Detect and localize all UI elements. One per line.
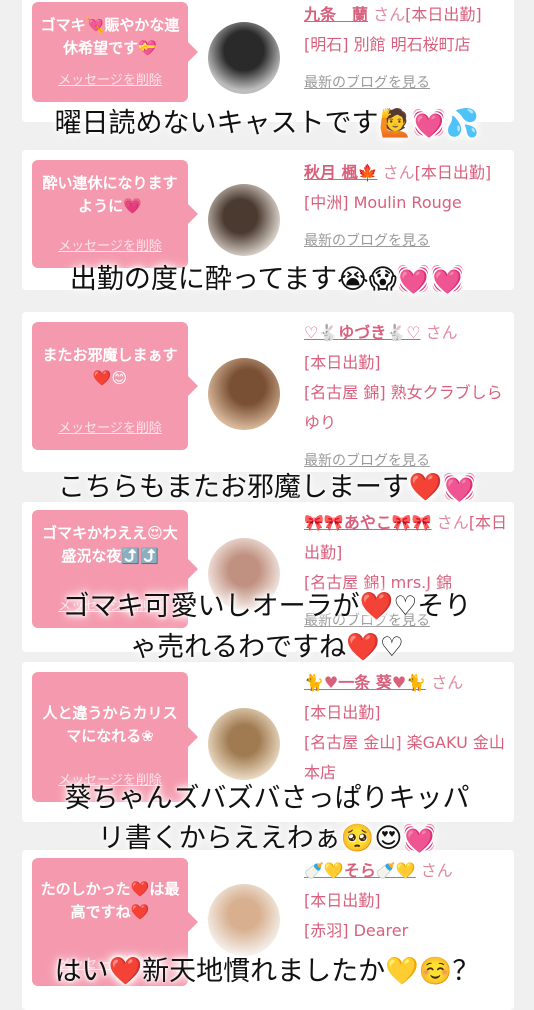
- message-text: またお邪魔しまぁす❤️😊: [42, 346, 178, 387]
- avatar[interactable]: [208, 708, 280, 780]
- cast-name-link[interactable]: 🐈♥一条 葵♥🐈: [304, 673, 426, 692]
- message-text: 酔い連休になりますように💗: [42, 174, 178, 215]
- caption-overlay: はい❤️新天地慣れましたか💛☺️？: [54, 956, 480, 987]
- caption-overlay: ゃ売れるわですね❤️♡: [130, 632, 404, 663]
- san-label: さん: [420, 861, 453, 880]
- cast-info: 九条 蘭 さん[本日出勤] [明石] 別館 明石桜町店 最新のブログを見る: [304, 0, 509, 98]
- delete-message-link[interactable]: メッセージを削除: [32, 69, 188, 92]
- message-text: ゴマキかわええ😍大盛況な夜⤴️⤴️: [42, 524, 178, 565]
- message-card: ゴマキ💘賑やかな連休希望です💝 メッセージを削除 九条 蘭 さん[本日出勤] […: [22, 0, 514, 122]
- cast-name-link[interactable]: 🎀🎀あやこ🎀🎀: [304, 513, 432, 532]
- caption-overlay: 葵ちゃんズバズバさっぱりキッパ: [64, 783, 470, 814]
- message-text: 人と違うからカリスマになれる❀: [42, 704, 178, 745]
- avatar[interactable]: [208, 22, 280, 94]
- san-label: さん: [382, 163, 415, 182]
- san-label: さん: [373, 5, 406, 24]
- caption-overlay: リ書くからええわぁ🥺😍💓: [97, 823, 437, 854]
- status-label: [本日出勤]: [304, 891, 381, 910]
- delete-message-link[interactable]: メッセージを削除: [32, 235, 188, 258]
- status-label: [本日出勤]: [405, 5, 482, 24]
- shop-location[interactable]: [名古屋 錦] 熟女クラブしらゆり: [304, 383, 503, 432]
- avatar[interactable]: [208, 884, 280, 956]
- message-bubble: 酔い連休になりますように💗 メッセージを削除: [32, 160, 198, 268]
- shop-location[interactable]: [中洲] Moulin Rouge: [304, 193, 462, 212]
- message-text: たのしかった❤️は最高ですね❤️: [40, 880, 180, 921]
- san-label: さん: [436, 513, 469, 532]
- shop-location[interactable]: [名古屋 金山] 楽GAKU 金山本店: [304, 733, 505, 782]
- message-text: ゴマキ💘賑やかな連休希望です💝: [40, 16, 180, 57]
- blog-link[interactable]: 最新のブログを見る: [304, 226, 430, 256]
- avatar[interactable]: [208, 358, 280, 430]
- caption-overlay: 出勤の度に酔ってます😭😱💓💓: [69, 264, 465, 295]
- cast-name-link[interactable]: 秋月 楓🍁: [304, 163, 378, 182]
- caption-overlay: 曜日読めないキャストです🙋💓💦: [54, 108, 480, 139]
- status-label: [本日出勤]: [414, 163, 492, 182]
- delete-message-link[interactable]: メッセージを削除: [32, 417, 188, 440]
- cast-info: 秋月 楓🍁 さん[本日出勤] [中洲] Moulin Rouge 最新のブログを…: [304, 158, 509, 256]
- message-bubble: ゴマキ💘賑やかな連休希望です💝 メッセージを削除: [32, 2, 198, 102]
- message-bubble: またお邪魔しまぁす❤️😊 メッセージを削除: [32, 322, 198, 450]
- cast-info: 🍼💛そら🍼💛 さん [本日出勤] [赤羽] Dearer: [304, 856, 509, 946]
- cast-info: ♡🐇ゆづき🐇♡ さん [本日出勤] [名古屋 錦] 熟女クラブしらゆり 最新のブ…: [304, 318, 509, 476]
- cast-info: 🐈♥一条 葵♥🐈 さん [本日出勤] [名古屋 金山] 楽GAKU 金山本店: [304, 668, 509, 788]
- status-label: [本日出勤]: [304, 353, 381, 372]
- message-card: またお邪魔しまぁす❤️😊 メッセージを削除 ♡🐇ゆづき🐇♡ さん [本日出勤] …: [22, 312, 514, 472]
- blog-link[interactable]: 最新のブログを見る: [304, 68, 430, 98]
- shop-location[interactable]: [明石] 別館 明石桜町店: [304, 35, 471, 54]
- shop-location[interactable]: [赤羽] Dearer: [304, 921, 408, 940]
- san-label: さん: [431, 673, 464, 692]
- san-label: さん: [425, 323, 458, 342]
- caption-overlay: ゴマキ可愛いしオーラが❤️♡そり: [62, 591, 472, 622]
- cast-name-link[interactable]: ♡🐇ゆづき🐇♡: [304, 323, 421, 342]
- avatar[interactable]: [208, 184, 280, 256]
- cast-name-link[interactable]: 九条 蘭: [304, 5, 368, 24]
- status-label: [本日出勤]: [304, 703, 381, 722]
- cast-name-link[interactable]: 🍼💛そら🍼💛: [304, 861, 416, 880]
- caption-overlay: こちらもまたお邪魔しまーす❤️💓: [57, 472, 477, 503]
